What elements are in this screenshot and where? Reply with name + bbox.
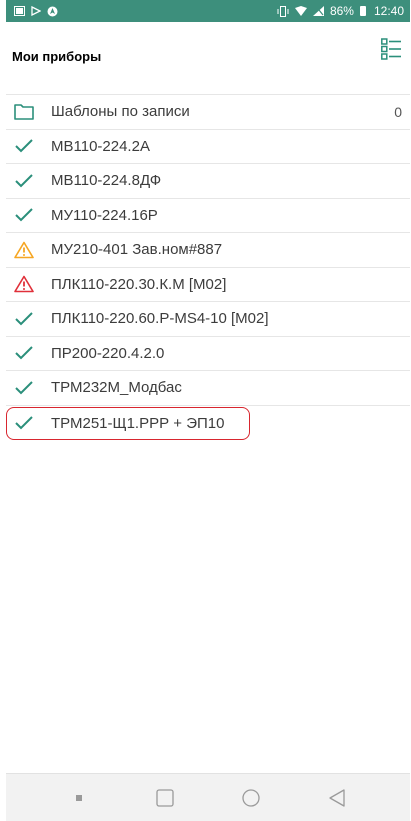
status-right-icons: 86% 12:40 [277, 4, 404, 18]
list-item-device[interactable]: ПР200-220.4.2.0 [6, 337, 410, 371]
check-icon [13, 378, 35, 398]
circle-icon [242, 788, 260, 807]
home-button[interactable] [231, 778, 271, 818]
device-list: Шаблоны по записи 0 МВ110-224.2А МВ110-2… [6, 94, 410, 440]
check-icon [13, 413, 35, 433]
list-item-label: МУ110-224.16Р [51, 206, 158, 224]
back-button[interactable] [317, 778, 357, 818]
message-icon [14, 6, 25, 16]
battery-percent: 86% [329, 4, 354, 18]
list-item-label: ТРМ251-Щ1.РРР + ЭП10 [51, 414, 225, 432]
list-item-label: ТРМ232М_Модбас [51, 379, 182, 397]
check-icon [13, 136, 35, 156]
back-triangle-icon [329, 788, 345, 807]
menu-dot-button[interactable] [59, 778, 99, 818]
list-item-device[interactable]: МВ110-224.8ДФ [6, 164, 410, 199]
recent-apps-button[interactable] [145, 778, 185, 818]
list-item-templates-folder[interactable]: Шаблоны по записи 0 [6, 95, 410, 130]
item-count: 0 [394, 103, 402, 120]
battery-icon [359, 6, 366, 16]
folder-icon [13, 102, 35, 122]
list-item-label: МВ110-224.2А [51, 137, 150, 155]
list-item-device-selected[interactable]: ТРМ251-Щ1.РРР + ЭП10 [6, 406, 250, 440]
home-square-icon [156, 788, 174, 807]
list-item-label: ПР200-220.4.2.0 [51, 344, 165, 362]
check-icon [13, 171, 35, 191]
wifi-icon [294, 6, 307, 16]
list-item-device[interactable]: ПЛК110-220.60.Р-MS4-10 [M02] [6, 302, 410, 337]
list-item-device[interactable]: МУ110-224.16Р [6, 199, 410, 233]
list-item-device-warning[interactable]: МУ210-401 Зав.ном#887 [6, 233, 410, 268]
list-view-icon [381, 38, 401, 60]
error-icon [13, 274, 35, 294]
check-icon [13, 343, 35, 363]
list-item-label: МУ210-401 Зав.ном#887 [51, 241, 223, 259]
signal-icon [312, 6, 324, 16]
menu-dot-icon [76, 794, 82, 801]
check-icon [13, 205, 35, 225]
warning-icon [13, 240, 35, 260]
status-left-icons [14, 6, 58, 17]
app-bar: Мои приборы [6, 22, 410, 94]
app-screen: 86% 12:40 Мои приборы Шаблоны по записи … [6, 0, 410, 821]
system-navigation-bar [6, 773, 410, 821]
list-view-toggle-button[interactable] [378, 36, 404, 62]
status-bar: 86% 12:40 [6, 0, 410, 22]
list-item-device[interactable]: ТРМ232М_Модбас [6, 371, 410, 406]
page-title: Мои приборы [12, 48, 102, 64]
vibrate-icon [277, 5, 289, 17]
navigation-icon [47, 6, 58, 16]
list-item-label: ПЛК110-220.30.К.М [M02] [51, 275, 227, 293]
check-icon [13, 309, 35, 329]
list-item-device[interactable]: МВ110-224.2А [6, 130, 410, 164]
status-time: 12:40 [373, 4, 404, 18]
list-item-label: ПЛК110-220.60.Р-MS4-10 [M02] [51, 310, 269, 328]
play-icon [31, 6, 41, 16]
list-item-device-error[interactable]: ПЛК110-220.30.К.М [M02] [6, 268, 410, 302]
list-item-label: Шаблоны по записи [51, 103, 190, 121]
list-item-label: МВ110-224.8ДФ [51, 172, 162, 190]
